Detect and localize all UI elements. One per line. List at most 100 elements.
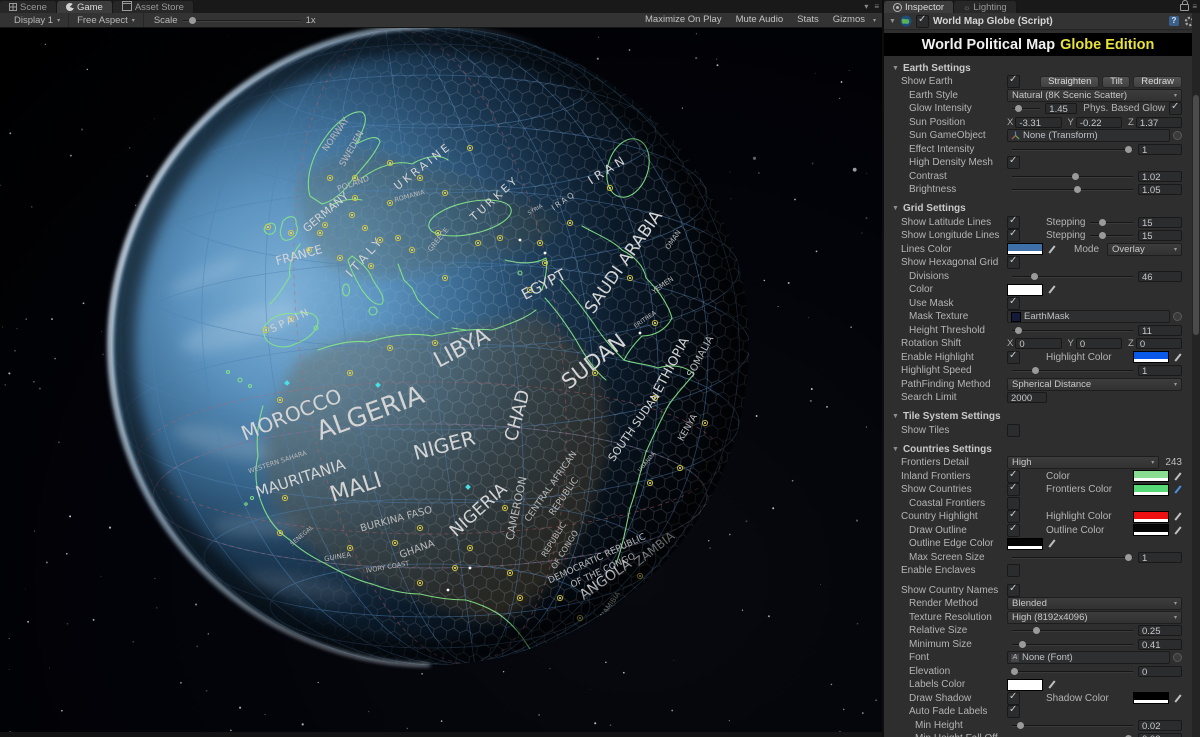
component-enabled-checkbox[interactable] xyxy=(916,15,929,28)
enable-highlight-checkbox[interactable] xyxy=(1007,351,1020,364)
object-picker-icon[interactable] xyxy=(1173,653,1182,662)
section-earth-settings[interactable]: ▼ Earth Settings xyxy=(884,61,1192,75)
tab-lighting[interactable]: ☼ Lighting xyxy=(954,1,1017,13)
eyedropper-icon[interactable] xyxy=(1173,471,1182,482)
sun-gameobject-field[interactable]: None (Transform) xyxy=(1007,129,1170,142)
draw-outline-checkbox[interactable] xyxy=(1007,524,1020,537)
show-countries-checkbox[interactable] xyxy=(1007,483,1020,496)
eyedropper-icon[interactable] xyxy=(1047,284,1056,295)
max-screen-size-value[interactable]: 1 xyxy=(1138,552,1182,563)
divisions-value[interactable]: 46 xyxy=(1138,271,1182,282)
max-screen-size-slider[interactable] xyxy=(1012,552,1133,563)
inspector-scrollbar[interactable] xyxy=(1192,13,1200,737)
section-tile-system[interactable]: ▼ Tile System Settings xyxy=(884,410,1192,424)
highlight-speed-value[interactable]: 1 xyxy=(1138,365,1182,376)
eyedropper-icon[interactable] xyxy=(1047,679,1056,690)
brightness-value[interactable]: 1.05 xyxy=(1138,184,1182,195)
sun-z-field[interactable]: 1.37 xyxy=(1136,117,1182,128)
height-threshold-slider[interactable] xyxy=(1012,325,1133,336)
show-latitude-checkbox[interactable] xyxy=(1007,216,1020,229)
min-height-value[interactable]: 0.02 xyxy=(1138,720,1182,731)
high-density-mesh-checkbox[interactable] xyxy=(1007,156,1020,169)
panel-dropdown-icon[interactable]: ▾ xyxy=(861,0,871,13)
gizmos-dropdown[interactable]: Gizmos xyxy=(827,14,871,26)
labels-color-swatch[interactable] xyxy=(1007,679,1043,691)
divisions-slider[interactable] xyxy=(1012,271,1133,282)
country-highlight-checkbox[interactable] xyxy=(1007,510,1020,523)
relative-size-value[interactable]: 0.25 xyxy=(1138,625,1182,636)
stats-button[interactable]: Stats xyxy=(791,14,825,26)
section-countries[interactable]: ▼ Countries Settings xyxy=(884,442,1192,456)
mask-texture-field[interactable]: EarthMask xyxy=(1007,310,1170,323)
foldout-icon[interactable]: ▼ xyxy=(889,18,896,25)
shadow-color-swatch[interactable] xyxy=(1133,692,1169,704)
show-longitude-checkbox[interactable] xyxy=(1007,229,1020,242)
country-highlight-color-swatch[interactable] xyxy=(1133,511,1169,523)
tab-scene[interactable]: Scene xyxy=(0,1,57,13)
longitude-stepping-value[interactable]: 15 xyxy=(1138,230,1182,241)
scrollbar-thumb[interactable] xyxy=(1193,95,1199,335)
tab-game[interactable]: Game xyxy=(57,1,113,13)
tab-asset-store[interactable]: Asset Store xyxy=(113,1,194,13)
pathfinding-dropdown[interactable]: Spherical Distance ▾ xyxy=(1007,378,1182,391)
section-grid-settings[interactable]: ▼ Grid Settings xyxy=(884,202,1192,216)
object-picker-icon[interactable] xyxy=(1173,131,1182,140)
font-field[interactable]: A None (Font) xyxy=(1007,651,1170,664)
latitude-stepping-slider[interactable] xyxy=(1090,217,1133,228)
outline-color-swatch[interactable] xyxy=(1133,524,1169,536)
grid-highlight-color-swatch[interactable] xyxy=(1133,351,1169,363)
eyedropper-icon[interactable] xyxy=(1047,244,1056,255)
show-hex-grid-checkbox[interactable] xyxy=(1007,256,1020,269)
rotation-y-field[interactable]: 0 xyxy=(1076,338,1122,349)
elevation-value[interactable]: 0 xyxy=(1138,666,1182,677)
eyedropper-icon[interactable] xyxy=(1173,511,1182,522)
search-limit-field[interactable]: 2000 xyxy=(1007,392,1047,403)
enable-enclaves-checkbox[interactable] xyxy=(1007,564,1020,577)
contrast-value[interactable]: 1.02 xyxy=(1138,171,1182,182)
eyedropper-icon[interactable] xyxy=(1173,484,1182,495)
eyedropper-icon[interactable] xyxy=(1047,538,1056,549)
straighten-button[interactable]: Straighten xyxy=(1040,76,1099,88)
lines-color-swatch[interactable] xyxy=(1007,243,1043,255)
object-picker-icon[interactable] xyxy=(1173,312,1182,321)
glow-intensity-value[interactable]: 1.45 xyxy=(1045,103,1077,114)
latitude-stepping-value[interactable]: 15 xyxy=(1138,217,1182,228)
grid-color-swatch[interactable] xyxy=(1007,284,1043,296)
frontiers-detail-dropdown[interactable]: High ▾ xyxy=(1007,456,1159,469)
auto-fade-labels-checkbox[interactable] xyxy=(1007,705,1020,718)
inland-color-swatch[interactable] xyxy=(1133,470,1169,482)
help-icon[interactable]: ? xyxy=(1169,16,1179,26)
rotation-z-field[interactable]: 0 xyxy=(1136,338,1182,349)
panel-menu-icon[interactable]: ≡ xyxy=(1189,0,1200,13)
mode-dropdown[interactable]: Overlay ▾ xyxy=(1107,243,1182,256)
sun-y-field[interactable]: -0.22 xyxy=(1076,117,1122,128)
tab-inspector[interactable]: Inspector xyxy=(884,1,954,13)
eyedropper-icon[interactable] xyxy=(1173,525,1182,536)
earth-style-dropdown[interactable]: Natural (8K Scenic Scatter) ▾ xyxy=(1007,89,1182,102)
coastal-frontiers-checkbox[interactable] xyxy=(1007,497,1020,510)
effect-intensity-value[interactable]: 1 xyxy=(1138,144,1182,155)
outline-edge-color-swatch[interactable] xyxy=(1007,538,1043,550)
game-viewport[interactable]: NORWAY SWEDEN POLAND GERMANY UKRAINE FRA… xyxy=(0,28,882,732)
rotation-x-field[interactable]: 0 xyxy=(1015,338,1061,349)
longitude-stepping-slider[interactable] xyxy=(1090,230,1133,241)
chevron-down-icon[interactable]: ▾ xyxy=(873,17,876,24)
contrast-slider[interactable] xyxy=(1012,171,1133,182)
min-height-falloff-value[interactable]: 0.02 xyxy=(1138,733,1182,737)
eyedropper-icon[interactable] xyxy=(1173,693,1182,704)
mute-audio-button[interactable]: Mute Audio xyxy=(730,14,790,26)
aspect-dropdown[interactable]: Free Aspect ▾ xyxy=(69,13,144,27)
redraw-button[interactable]: Redraw xyxy=(1133,76,1182,88)
draw-shadow-checkbox[interactable] xyxy=(1007,692,1020,705)
use-mask-checkbox[interactable] xyxy=(1007,297,1020,310)
scale-slider[interactable] xyxy=(183,15,301,25)
show-country-names-checkbox[interactable] xyxy=(1007,584,1020,597)
display-dropdown[interactable]: Display 1 ▾ xyxy=(6,13,69,27)
highlight-speed-slider[interactable] xyxy=(1012,365,1133,376)
show-earth-checkbox[interactable] xyxy=(1007,75,1020,88)
effect-intensity-slider[interactable] xyxy=(1012,144,1133,155)
maximize-on-play-button[interactable]: Maximize On Play xyxy=(639,14,728,26)
elevation-slider[interactable] xyxy=(1012,666,1133,677)
min-height-slider[interactable] xyxy=(1012,720,1133,731)
panel-menu-icon[interactable]: ≡ xyxy=(871,0,882,13)
